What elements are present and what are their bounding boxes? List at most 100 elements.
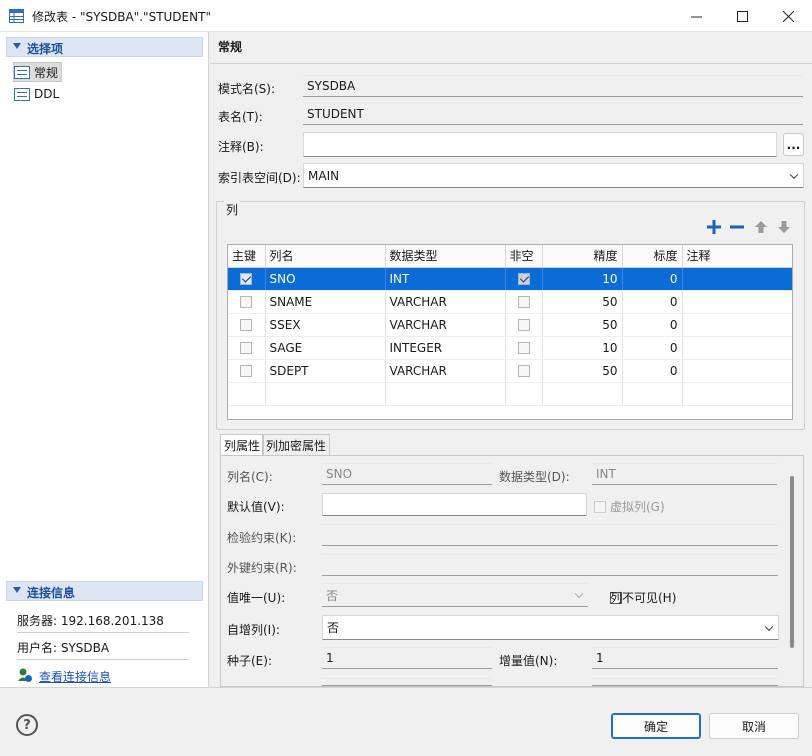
- data-type-cell[interactable]: VARCHAR: [385, 313, 506, 337]
- column-header[interactable]: 数据类型: [385, 245, 506, 268]
- data-type-cell[interactable]: INTEGER: [385, 336, 506, 360]
- column-name-cell[interactable]: SSEX: [265, 313, 386, 337]
- close-button[interactable]: [765, 0, 811, 32]
- connection-info-icon: [18, 668, 32, 682]
- remove-column-button[interactable]: [729, 219, 745, 235]
- primary-key-cell[interactable]: [228, 313, 266, 337]
- minimize-button[interactable]: [673, 0, 719, 32]
- not-null-cell[interactable]: [505, 336, 543, 360]
- precision-cell[interactable]: 10: [542, 336, 623, 360]
- tab-label: 列属性: [224, 439, 261, 453]
- colname-label: 列名(C):: [227, 470, 273, 484]
- nav-section-header[interactable]: 选择项: [6, 37, 203, 57]
- scale-cell[interactable]: 0: [622, 267, 683, 291]
- nav-section-label: 选择项: [27, 42, 64, 56]
- comment-cell[interactable]: [682, 267, 792, 291]
- not-null-checkbox[interactable]: [517, 296, 530, 308]
- table-row[interactable]: [228, 382, 792, 406]
- data-type-cell[interactable]: VARCHAR: [385, 359, 506, 383]
- column-name-cell[interactable]: SNO: [265, 267, 386, 291]
- add-column-button[interactable]: [706, 219, 722, 235]
- unique-label: 值唯一(U):: [227, 591, 286, 605]
- view-connection-link[interactable]: 查看连接信息: [39, 668, 111, 685]
- title-bar: 修改表 - "SYSDBA"."STUDENT": [0, 0, 812, 32]
- table-row[interactable]: SNO INT 10 0: [228, 267, 792, 291]
- not-null-cell[interactable]: [505, 290, 543, 314]
- column-name-cell[interactable]: SDEPT: [265, 359, 386, 383]
- move-down-button[interactable]: [776, 219, 792, 235]
- autoincrement-select[interactable]: 否: [322, 615, 779, 640]
- tab-column-encryption[interactable]: 列加密属性: [262, 434, 331, 456]
- scale-cell[interactable]: 0: [622, 290, 683, 314]
- arrow-down-icon: [778, 221, 790, 233]
- table-row[interactable]: SDEPT VARCHAR 50 0: [228, 359, 792, 383]
- column-header[interactable]: 注释: [682, 245, 792, 268]
- plus-icon: [707, 220, 721, 234]
- table-row[interactable]: SNAME VARCHAR 50 0: [228, 290, 792, 314]
- primary-key-checkbox[interactable]: [240, 319, 253, 331]
- comment-cell[interactable]: [682, 359, 792, 383]
- primary-key-checkbox[interactable]: [240, 365, 253, 377]
- comment-browse-button[interactable]: ...: [783, 133, 804, 156]
- not-null-checkbox[interactable]: [517, 365, 530, 377]
- scale-cell[interactable]: 0: [622, 336, 683, 360]
- comment-cell[interactable]: [682, 290, 792, 314]
- primary-key-cell[interactable]: [228, 359, 266, 383]
- autoincrement-value: 否: [327, 621, 340, 635]
- conn-section-header[interactable]: 连接信息: [6, 581, 203, 601]
- maximize-button[interactable]: [719, 0, 765, 32]
- data-type-cell[interactable]: VARCHAR: [385, 290, 506, 314]
- primary-key-checkbox[interactable]: [240, 342, 253, 354]
- properties-scrollbar[interactable]: [790, 476, 794, 648]
- not-null-checkbox[interactable]: [517, 273, 530, 285]
- comment-cell[interactable]: [682, 336, 792, 360]
- comment-input[interactable]: [303, 132, 777, 157]
- empty-cell: [505, 382, 543, 406]
- column-header[interactable]: 精度: [542, 245, 623, 268]
- not-null-checkbox[interactable]: [517, 319, 530, 331]
- conn-section-label: 连接信息: [27, 586, 76, 600]
- precision-cell[interactable]: 50: [542, 290, 623, 314]
- help-button[interactable]: ?: [16, 714, 38, 736]
- column-header[interactable]: 标度: [622, 245, 683, 268]
- default-input[interactable]: [322, 493, 587, 516]
- properties-icon: [14, 87, 30, 101]
- tab-column-properties[interactable]: 列属性: [220, 434, 265, 456]
- scale-cell[interactable]: 0: [622, 359, 683, 383]
- cancel-button[interactable]: 取消: [709, 713, 799, 739]
- primary-key-checkbox[interactable]: [240, 273, 253, 285]
- ok-button[interactable]: 确定: [611, 713, 701, 739]
- data-type-cell[interactable]: INT: [385, 267, 506, 291]
- not-null-cell[interactable]: [505, 313, 543, 337]
- window-title: 修改表 - "SYSDBA"."STUDENT": [32, 10, 211, 24]
- move-up-button[interactable]: [753, 219, 769, 235]
- primary-key-cell[interactable]: [228, 267, 266, 291]
- properties-icon: [14, 65, 30, 79]
- tablespace-select[interactable]: MAIN: [303, 163, 804, 188]
- column-name-cell[interactable]: SAGE: [265, 336, 386, 360]
- precision-cell[interactable]: 10: [542, 267, 623, 291]
- columns-table[interactable]: 主键 列名 数据类型 非空 精度 标度 注释 SNO INT 10 0 SNAME VAR…: [227, 244, 793, 420]
- not-null-cell[interactable]: [505, 359, 543, 383]
- column-name-cell[interactable]: SNAME: [265, 290, 386, 314]
- nav-item-ddl[interactable]: DDL: [14, 84, 59, 104]
- scale-cell[interactable]: 0: [622, 313, 683, 337]
- comment-cell[interactable]: [682, 313, 792, 337]
- virtual-column-checkbox[interactable]: [594, 500, 606, 513]
- primary-key-checkbox[interactable]: [240, 296, 253, 308]
- column-header[interactable]: 列名: [265, 245, 386, 268]
- precision-cell[interactable]: 50: [542, 313, 623, 337]
- column-header[interactable]: 主键: [228, 245, 266, 268]
- precision-cell[interactable]: 50: [542, 359, 623, 383]
- table-row[interactable]: SAGE INTEGER 10 0: [228, 336, 792, 360]
- table-row[interactable]: SSEX VARCHAR 50 0: [228, 313, 792, 337]
- not-null-checkbox[interactable]: [517, 342, 530, 354]
- collapse-triangle-icon: [13, 43, 21, 49]
- primary-key-cell[interactable]: [228, 290, 266, 314]
- chevron-down-icon: [574, 589, 584, 599]
- not-null-cell[interactable]: [505, 267, 543, 291]
- nav-item-general[interactable]: 常规: [13, 62, 63, 82]
- nav-item-label: DDL: [34, 87, 60, 101]
- column-header[interactable]: 非空: [505, 245, 543, 268]
- primary-key-cell[interactable]: [228, 336, 266, 360]
